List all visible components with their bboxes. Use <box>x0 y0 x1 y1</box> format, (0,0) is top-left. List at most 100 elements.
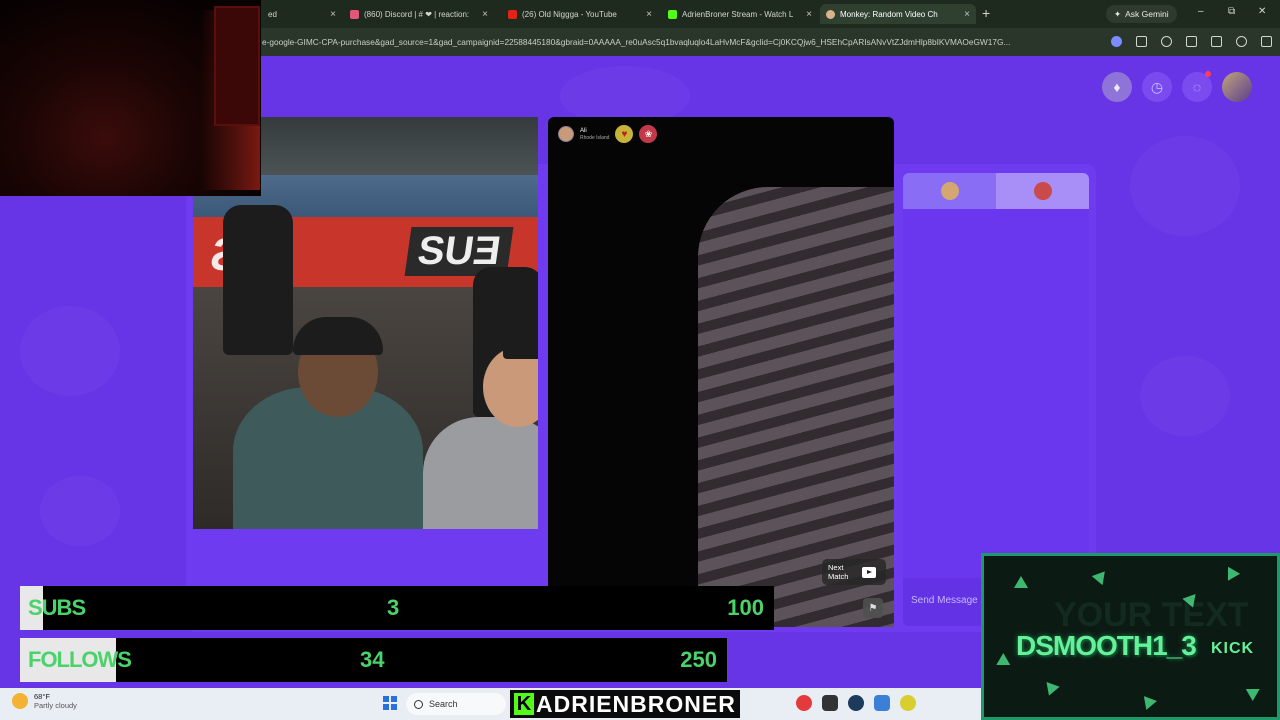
user-name: Ali <box>580 127 587 134</box>
next-match-button[interactable]: Next Match <box>822 559 886 585</box>
menu-icon[interactable] <box>1261 36 1272 47</box>
kick-logo-icon: K <box>514 693 534 715</box>
discord-icon <box>350 9 359 19</box>
avatar <box>940 182 959 200</box>
report-icon[interactable]: ⚑ <box>863 598 883 618</box>
tab-label: AdrienBroner Stream - Watch L <box>682 9 794 19</box>
tab-0[interactable]: ed × <box>262 4 342 24</box>
weather-widget[interactable]: 68°F Partly cloudy <box>12 692 77 710</box>
close-icon[interactable]: × <box>330 9 336 20</box>
background-shape <box>20 306 120 396</box>
subs-goal: 100 <box>727 595 764 620</box>
tab-user-2[interactable] <box>996 173 1089 209</box>
sparkle-icon: ✦ <box>1114 8 1122 19</box>
toolbar-icons <box>1111 36 1272 47</box>
tab-label: (860) Discord | # ❤ | reaction: <box>364 9 470 19</box>
user-location: Rhode Island <box>580 134 610 141</box>
temperature: 68°F <box>34 692 50 701</box>
streamer-webcam <box>0 0 261 196</box>
person-body <box>423 417 538 529</box>
partly-cloudy-icon <box>12 693 28 709</box>
search-label: Search <box>429 699 458 709</box>
history-icon[interactable]: ◷ <box>1142 72 1172 102</box>
app-icon[interactable] <box>900 695 916 711</box>
gemini-label: Ask Gemini <box>1125 9 1169 19</box>
heart-icon[interactable]: ♥ <box>615 125 634 143</box>
new-tab-button[interactable]: + <box>982 5 990 21</box>
account-icon[interactable] <box>1236 36 1247 47</box>
follows-goal: 250 <box>680 647 717 672</box>
weather-condition: Partly cloudy <box>34 701 77 710</box>
kick-icon <box>668 9 677 19</box>
gaming-chair <box>223 205 293 355</box>
remote-user-info[interactable]: Ali Rhode Island ♥ ❀ <box>558 125 658 143</box>
tab-discord[interactable]: (860) Discord | # ❤ | reaction: × <box>344 4 494 24</box>
steam-icon[interactable] <box>848 695 864 711</box>
monkey-icon <box>826 9 835 19</box>
tab-label: (26) Old Niggga - YouTube <box>522 9 617 19</box>
avatar[interactable] <box>1222 72 1252 102</box>
weather-text: 68°F Partly cloudy <box>34 692 77 710</box>
streamer-name: DSMOOTH1_3 <box>1016 630 1197 661</box>
tab-kick[interactable]: AdrienBroner Stream - Watch L × <box>662 4 818 24</box>
taskbar-search[interactable]: Search <box>406 693 506 715</box>
tab-label: Monkey: Random Video Ch <box>840 9 938 19</box>
media-icon[interactable] <box>1211 36 1222 47</box>
bookmark-star-icon[interactable] <box>1136 36 1147 47</box>
next-match-label: Next Match <box>828 563 849 581</box>
screen: ed × (860) Discord | # ❤ | reaction: × (… <box>0 0 1280 720</box>
platform-label: KICK <box>1211 640 1255 657</box>
gift-icon[interactable]: ❀ <box>639 125 658 143</box>
pinned-apps <box>796 695 916 711</box>
tab-youtube[interactable]: (26) Old Niggga - YouTube × <box>502 4 658 24</box>
close-window-button[interactable]: ✕ <box>1258 6 1266 17</box>
messages-icon[interactable]: ◌ <box>1182 71 1212 102</box>
notification-dot <box>1205 71 1211 77</box>
tab-label: ed <box>268 9 277 19</box>
decor-shard <box>1242 682 1260 702</box>
app-icon[interactable] <box>822 695 838 711</box>
decor-shard <box>1221 563 1241 581</box>
decor-shard <box>1014 576 1028 588</box>
close-icon[interactable]: × <box>806 9 812 20</box>
ask-gemini-button[interactable]: ✦ Ask Gemini <box>1106 5 1177 23</box>
decor-shard <box>1143 694 1159 710</box>
gem-icon[interactable]: ♦ <box>1102 72 1132 102</box>
profile-icon[interactable] <box>1161 36 1172 47</box>
app-icon[interactable] <box>796 695 812 711</box>
extensions-puzzle-icon[interactable] <box>1186 36 1197 47</box>
extension-icon[interactable] <box>1111 36 1122 47</box>
follows-goal-bar: FOLLOWS 34 250 <box>20 638 727 682</box>
play-next-icon <box>862 566 876 578</box>
avatar[interactable] <box>558 126 574 142</box>
minimize-button[interactable]: – <box>1198 6 1204 17</box>
subs-label: SUBS <box>28 595 86 620</box>
decor-shard <box>996 652 1014 672</box>
search-icon <box>414 699 423 709</box>
tab-monkey[interactable]: Monkey: Random Video Ch × <box>820 4 976 24</box>
background-shape <box>40 476 120 546</box>
subs-goal-bar: SUBS 3 100 <box>20 586 774 630</box>
decor-shard <box>1091 566 1111 586</box>
app-icon[interactable] <box>874 695 890 711</box>
chat-tabs <box>903 173 1089 209</box>
send-message-input[interactable] <box>911 590 991 610</box>
follows-current: 34 <box>360 647 385 672</box>
close-icon[interactable]: × <box>646 9 652 20</box>
subs-current: 3 <box>387 595 400 620</box>
decor-shard <box>1042 681 1060 699</box>
header-actions: ♦ ◷ ◌ <box>1102 71 1252 102</box>
user-meta: Ali Rhode Island <box>580 128 609 141</box>
avatar <box>1033 182 1052 200</box>
close-icon[interactable]: × <box>964 9 970 20</box>
kick-channel-banner: K ADRIENBRONER <box>510 690 740 718</box>
close-icon[interactable]: × <box>482 9 488 20</box>
remote-video: Ali Rhode Island ♥ ❀ <box>548 117 894 627</box>
kick-overlay-card: YOUR TEXT DSMOOTH1_3 KICK <box>981 553 1280 720</box>
room-shelf <box>214 6 260 126</box>
tab-user-1[interactable] <box>903 173 996 209</box>
url-field[interactable]: e-google-GIMC-CPA-purchase&gad_source=1&… <box>262 37 1082 47</box>
windows-start-icon[interactable] <box>383 696 397 710</box>
follows-label: FOLLOWS <box>28 647 132 672</box>
restore-button[interactable]: ⧉ <box>1228 6 1235 17</box>
